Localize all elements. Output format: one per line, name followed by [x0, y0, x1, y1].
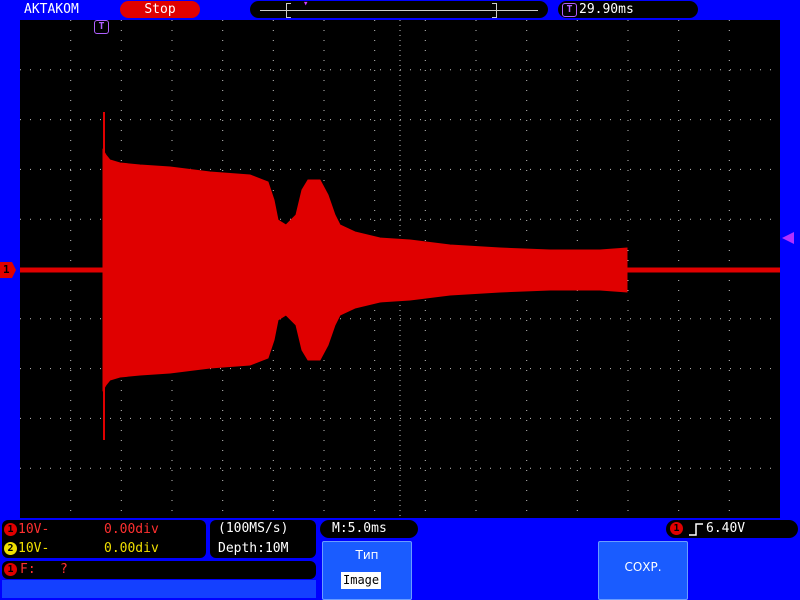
trigger-level-value: 6.40V [706, 521, 746, 536]
frequency-label: F: [20, 562, 36, 577]
memory-window-left-bracket [286, 3, 291, 18]
brand-label: AKTAKOM [24, 2, 79, 17]
type-softkey-value: Image [341, 572, 382, 589]
frequency-value: ? [60, 562, 68, 577]
sample-rate: (100MS/s) [218, 521, 289, 536]
run-state-badge[interactable]: Stop [120, 1, 200, 18]
rising-edge-icon [689, 523, 703, 536]
trigger-position-badge: T 29.90ms [558, 1, 698, 18]
save-softkey-label: СОХР. [624, 560, 662, 574]
ch2-position: 0.00div [104, 541, 159, 556]
trigger-position-value: 29.90ms [579, 2, 634, 17]
memory-trigger-icon: ▾ [303, 0, 309, 9]
ch1-icon: 1 [4, 523, 17, 536]
memory-position-bar: ▾ [250, 0, 548, 18]
ch1-position: 0.00div [104, 522, 159, 537]
ch1-envelope [102, 148, 628, 392]
ch1-volts-div: 10V- [18, 522, 50, 537]
ch2-settings-row[interactable]: 2 10V- 0.00div [4, 540, 159, 558]
trigger-time-marker-icon: T [94, 20, 109, 34]
save-softkey[interactable]: СОХР. [598, 541, 688, 600]
frequency-channel-icon: 1 [4, 563, 17, 576]
ch2-icon: 2 [4, 542, 17, 555]
ch1-settings-row[interactable]: 1 10V- 0.00div [4, 521, 159, 539]
timebase-panel[interactable]: M:5.0ms [320, 520, 418, 538]
frequency-panel: 1 F: ? [2, 561, 316, 579]
ch1-ground-marker-icon: 1 [0, 262, 16, 278]
ch1-trace [20, 112, 780, 440]
memory-window-right-bracket [492, 3, 497, 18]
trigger-source-icon: 1 [670, 522, 683, 535]
timebase-value: M:5.0ms [332, 521, 387, 536]
waveform-display [20, 20, 780, 518]
status-strip [2, 580, 316, 598]
trigger-panel[interactable]: 1 6.40V [666, 520, 798, 538]
type-softkey[interactable]: Тип Image [322, 541, 412, 600]
acquisition-panel: (100MS/s) Depth:10M [210, 520, 316, 558]
trigger-time-icon: T [562, 3, 577, 17]
trigger-level-marker-icon [782, 232, 794, 244]
memory-depth: Depth:10M [218, 541, 289, 556]
ch2-volts-div: 10V- [18, 541, 50, 556]
type-softkey-label: Тип [355, 548, 379, 562]
channel-settings-panel: 1 10V- 0.00div 2 10V- 0.00div [2, 520, 206, 558]
